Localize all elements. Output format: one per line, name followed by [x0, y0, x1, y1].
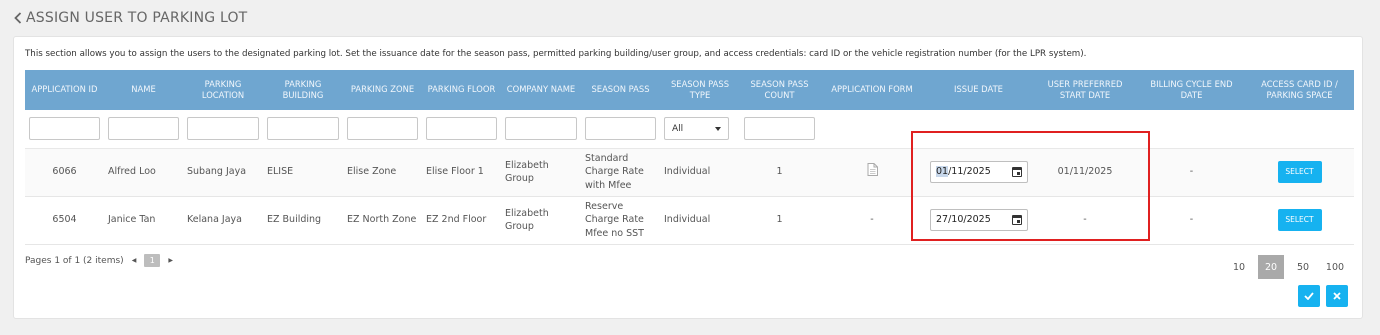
filter-application-id[interactable] [29, 117, 100, 141]
column-header[interactable]: PARKING FLOOR [422, 70, 501, 110]
filter-select-value: All [672, 123, 684, 134]
cell-access-card: SELECT [1245, 148, 1354, 197]
confirm-button[interactable] [1298, 285, 1320, 307]
document-icon[interactable] [867, 163, 878, 180]
cell-location: Kelana Jaya [183, 196, 263, 245]
select-button[interactable]: SELECT [1277, 209, 1322, 231]
column-header[interactable]: APPLICATION FORM [819, 70, 925, 110]
cell-preferred-start: - [1032, 196, 1138, 245]
cell-floor: EZ 2nd Floor [422, 196, 501, 245]
column-header[interactable]: NAME [104, 70, 183, 110]
filter-parking-floor[interactable] [426, 117, 497, 141]
filter-company-name[interactable] [505, 117, 577, 141]
page-size-option[interactable]: 10 [1226, 255, 1252, 279]
cell-access-card: SELECT [1245, 196, 1354, 245]
cell-name: Alfred Loo [104, 148, 183, 197]
filter-season-pass-count[interactable] [744, 117, 815, 141]
calendar-icon[interactable] [1012, 215, 1022, 225]
page-title: ASSIGN USER TO PARKING LOT [26, 10, 248, 26]
column-header[interactable]: USER PREFERRED START DATE [1032, 70, 1138, 110]
issue-date-input[interactable]: 01/11/2025 [930, 161, 1028, 183]
check-icon [1304, 292, 1314, 300]
column-header[interactable]: ACCESS CARD ID / PARKING SPACE [1245, 70, 1354, 110]
cell-location: Subang Jaya [183, 148, 263, 197]
cell-application-form: - [819, 196, 925, 245]
cell-preferred-start: 01/11/2025 [1032, 148, 1138, 197]
chevron-left-icon [14, 12, 22, 24]
page-number-button[interactable]: 1 [144, 254, 161, 267]
back-to-previous[interactable]: ASSIGN USER TO PARKING LOT [14, 8, 247, 28]
pager: Pages 1 of 1 (2 items) ◀ 1 ▶ [25, 254, 173, 267]
filter-season-pass-type[interactable]: All [664, 117, 729, 141]
cell-application-id: 6504 [25, 196, 104, 245]
filter-parking-building[interactable] [267, 117, 339, 141]
page-size-option[interactable]: 50 [1290, 255, 1316, 279]
filter-row: All [25, 110, 1354, 149]
cell-count: 1 [740, 148, 819, 197]
cell-type: Individual [660, 148, 740, 197]
issue-date-rest: /11/2025 [948, 166, 991, 178]
filter-name[interactable] [108, 117, 179, 141]
column-header[interactable]: PARKING LOCATION [183, 70, 263, 110]
column-header[interactable]: SEASON PASS COUNT [740, 70, 819, 110]
filter-parking-location[interactable] [187, 117, 259, 141]
cancel-button[interactable] [1326, 285, 1348, 307]
calendar-icon[interactable] [1012, 167, 1022, 177]
cell-count: 1 [740, 196, 819, 245]
close-icon [1333, 292, 1341, 300]
cell-building: EZ Building [263, 196, 343, 245]
cell-company: Elizabeth Group [501, 196, 581, 245]
cell-application-form [819, 148, 925, 197]
form-actions [1298, 285, 1348, 307]
page-size-selector: 10 20 50 100 [1226, 255, 1348, 279]
cell-issue-date: 01/11/2025 [925, 148, 1032, 197]
cell-billing-end: - [1138, 196, 1245, 245]
page-size-option[interactable]: 100 [1322, 255, 1348, 279]
column-header[interactable]: SEASON PASS TYPE [660, 70, 740, 110]
cell-type: Individual [660, 196, 740, 245]
cell-floor: Elise Floor 1 [422, 148, 501, 197]
column-header[interactable]: PARKING BUILDING [263, 70, 343, 110]
filter-season-pass[interactable] [585, 117, 656, 141]
column-header[interactable]: ISSUE DATE [925, 70, 1032, 110]
issue-date-value: 27/10/2025 [936, 214, 991, 226]
prev-page-icon[interactable]: ◀ [132, 257, 137, 264]
select-button[interactable]: SELECT [1277, 161, 1322, 183]
cell-season-pass: Standard Charge Rate with Mfee [581, 148, 660, 197]
cell-company: Elizabeth Group [501, 148, 581, 197]
pager-summary: Pages 1 of 1 (2 items) [25, 255, 124, 266]
next-page-icon[interactable]: ▶ [168, 257, 173, 264]
page-size-option-active[interactable]: 20 [1258, 255, 1284, 279]
cell-zone: EZ North Zone [343, 196, 422, 245]
issue-date-day: 01 [936, 166, 949, 178]
cell-application-id: 6066 [25, 148, 104, 197]
cell-billing-end: - [1138, 148, 1245, 197]
cell-zone: Elise Zone [343, 148, 422, 197]
cell-building: ELISE [263, 148, 343, 197]
column-header[interactable]: PARKING ZONE [343, 70, 422, 110]
table-row: 6066 Alfred Loo Subang Jaya ELISE Elise … [25, 148, 1354, 197]
table-row: 6504 Janice Tan Kelana Jaya EZ Building … [25, 196, 1354, 245]
column-header[interactable]: SEASON PASS [581, 70, 660, 110]
assignment-card: This section allows you to assign the us… [13, 36, 1363, 319]
column-header[interactable]: COMPANY NAME [501, 70, 581, 110]
cell-season-pass: Reserve Charge Rate Mfee no SST [581, 196, 660, 245]
table-header-row: APPLICATION ID NAME PARKING LOCATION PAR… [25, 70, 1354, 110]
intro-text: This section allows you to assign the us… [25, 49, 1087, 59]
column-header[interactable]: APPLICATION ID [25, 70, 104, 110]
caret-down-icon [715, 126, 721, 131]
issue-date-input[interactable]: 27/10/2025 [930, 209, 1028, 231]
cell-name: Janice Tan [104, 196, 183, 245]
cell-issue-date: 27/10/2025 [925, 196, 1032, 245]
filter-parking-zone[interactable] [347, 117, 418, 141]
assignment-table: APPLICATION ID NAME PARKING LOCATION PAR… [25, 70, 1354, 245]
column-header[interactable]: BILLING CYCLE END DATE [1138, 70, 1245, 110]
